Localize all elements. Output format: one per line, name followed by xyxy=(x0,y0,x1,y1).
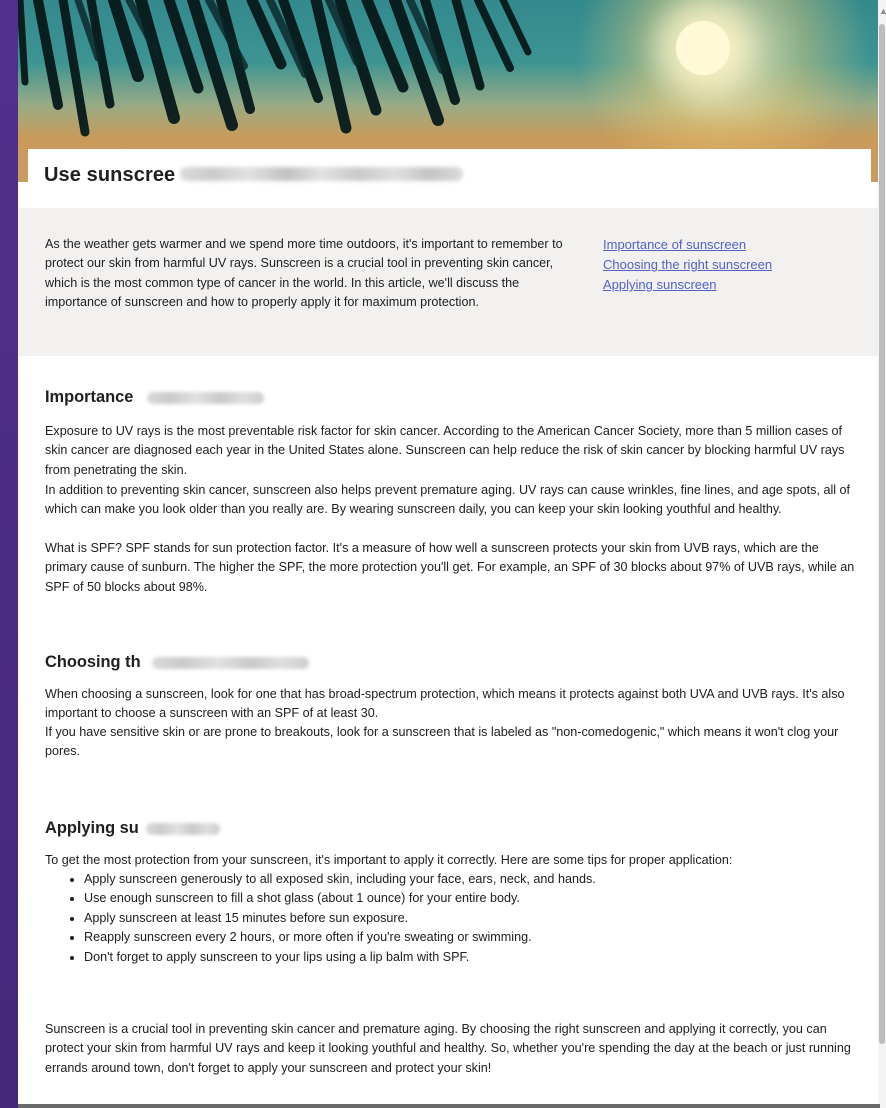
applying-heading-redaction xyxy=(146,823,220,835)
applying-lead-paragraph: To get the most protection from your sun… xyxy=(45,853,733,867)
importance-paragraph-3: What is SPF? SPF stands for sun protecti… xyxy=(45,541,855,594)
importance-paragraph-1: Exposure to UV rays is the most preventa… xyxy=(45,424,845,477)
application-tip: Use enough sunscreen to fill a shot glas… xyxy=(84,889,844,908)
choosing-paragraph-1: When choosing a sunscreen, look for one … xyxy=(45,687,845,721)
app-stage: Use sunscree As the weather gets warmer … xyxy=(0,0,886,1108)
importance-heading-redaction xyxy=(147,392,264,404)
importance-paragraph-2: In addition to preventing skin cancer, s… xyxy=(45,483,851,517)
title-redaction xyxy=(180,167,463,181)
application-tip: Apply sunscreen at least 15 minutes befo… xyxy=(84,909,844,928)
importance-heading: Importance xyxy=(45,388,134,406)
application-tip: Don't forget to apply sunscreen to your … xyxy=(84,948,844,967)
choosing-paragraph-2: If you have sensitive skin or are prone … xyxy=(45,725,839,759)
application-tips-list: Apply sunscreen generously to all expose… xyxy=(63,870,844,967)
table-of-contents: Importance of sunscreen Choosing the rig… xyxy=(603,235,823,295)
intro-paragraph: As the weather gets warmer and we spend … xyxy=(45,237,563,310)
bottom-edge xyxy=(18,1104,880,1108)
choosing-heading: Choosing th xyxy=(45,653,141,671)
choosing-heading-redaction xyxy=(152,657,309,669)
article-window: Use sunscree As the weather gets warmer … xyxy=(18,0,880,1104)
toc-link-choosing[interactable]: Choosing the right sunscreen xyxy=(603,255,823,275)
applying-heading: Applying su xyxy=(45,819,139,837)
scroll-up-arrow-icon[interactable]: ▲ xyxy=(879,6,886,16)
conclusion-paragraph: Sunscreen is a crucial tool in preventin… xyxy=(45,1022,851,1075)
toc-link-importance[interactable]: Importance of sunscreen xyxy=(603,235,823,255)
vertical-scrollbar[interactable]: ▲ xyxy=(878,0,886,1108)
application-tip: Apply sunscreen generously to all expose… xyxy=(84,870,844,889)
application-tip: Reapply sunscreen every 2 hours, or more… xyxy=(84,928,844,947)
toc-link-applying[interactable]: Applying sunscreen xyxy=(603,275,823,295)
scrollbar-thumb[interactable] xyxy=(879,24,885,1044)
article-title: Use sunscree xyxy=(44,164,176,186)
